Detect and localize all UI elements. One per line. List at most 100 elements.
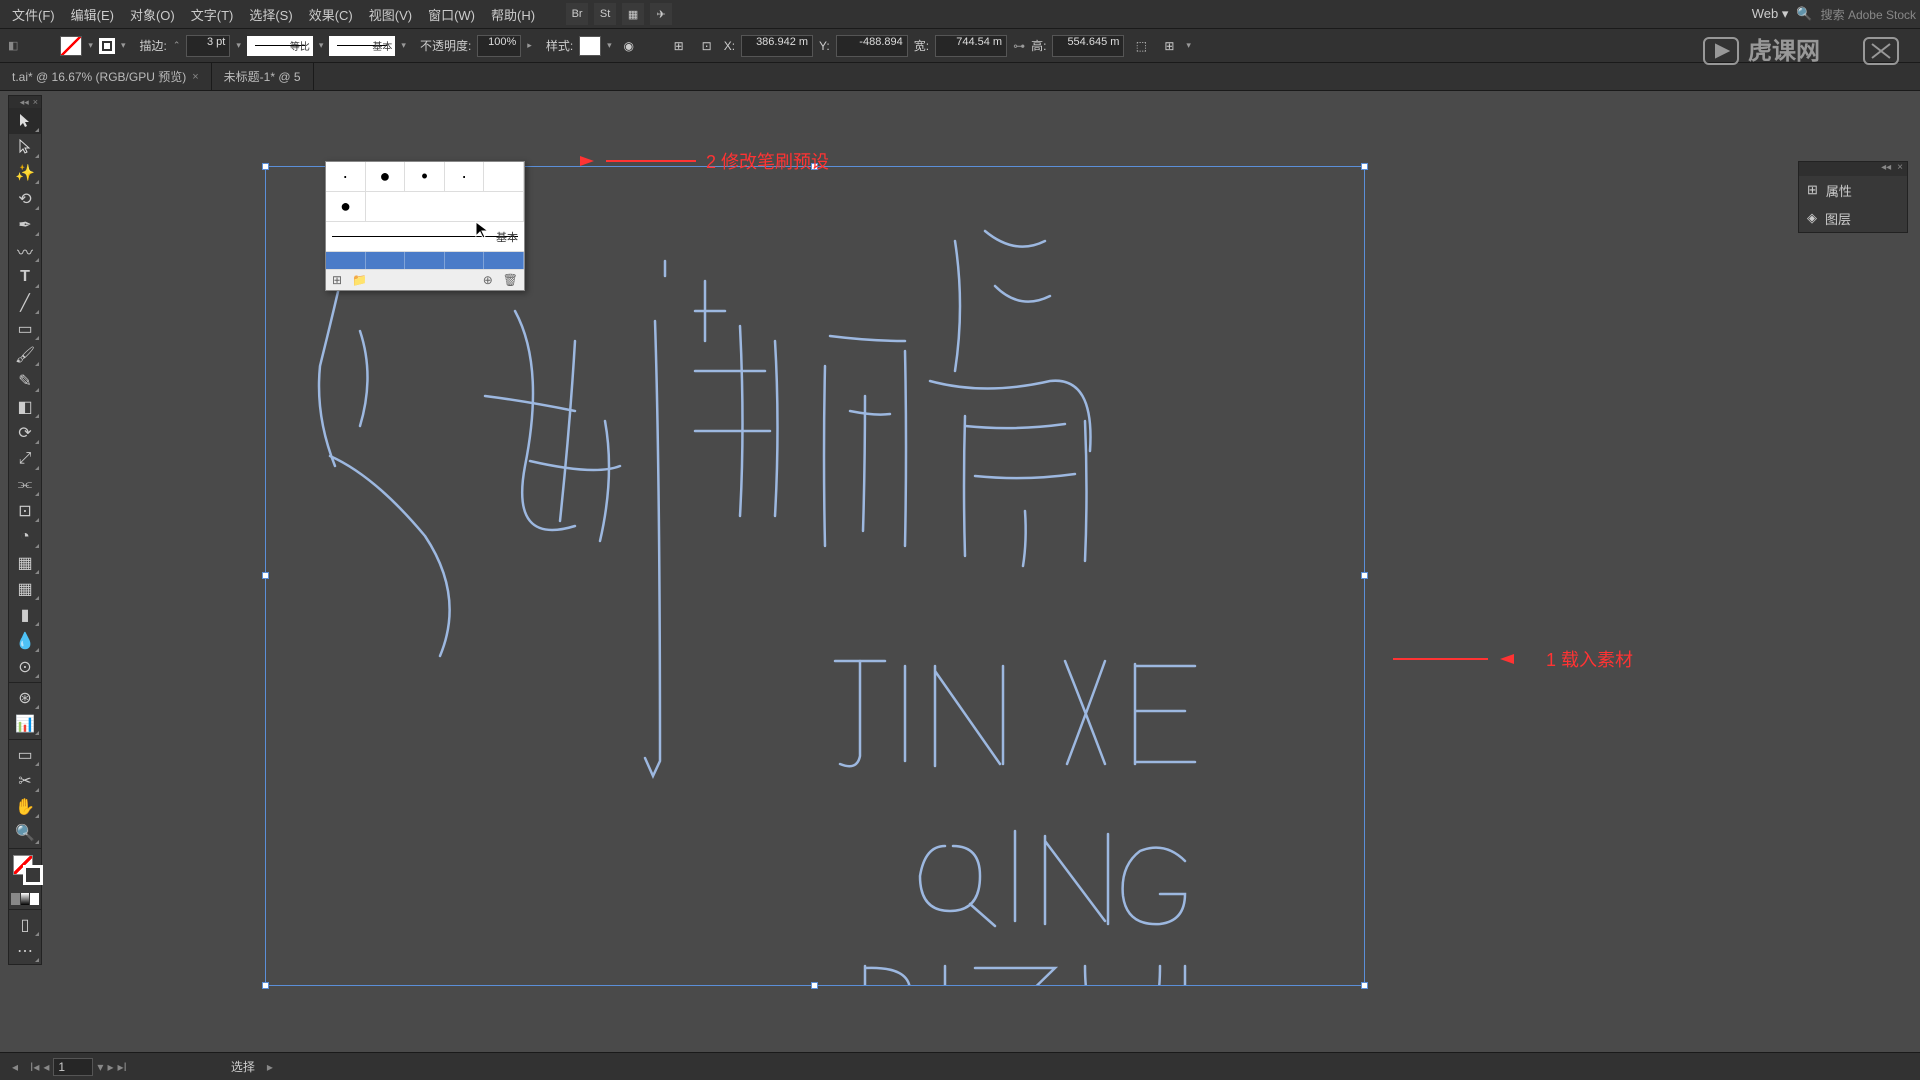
align-icon[interactable]: ⊞ (668, 35, 690, 57)
symbol-sprayer-tool[interactable]: ⊛ (9, 685, 41, 711)
handle-bm[interactable] (811, 982, 818, 989)
brush-preset-6[interactable]: ● (326, 192, 366, 221)
layers-panel-tab[interactable]: ◈图层 (1799, 204, 1907, 232)
brush-preset-panel[interactable]: · ● • · ● 基本 ⊞ 📁 ⊕ 🗑 (325, 161, 525, 291)
menu-help[interactable]: 帮助(H) (483, 1, 543, 28)
menu-view[interactable]: 视图(V) (361, 1, 420, 28)
fill-swatch[interactable] (60, 36, 82, 56)
graph-tool[interactable]: 📊 (9, 711, 41, 737)
gradient-mode[interactable] (21, 893, 30, 905)
rotate-tool[interactable]: ⟳ (9, 420, 41, 446)
none-mode[interactable] (30, 893, 39, 905)
handle-ml[interactable] (262, 572, 269, 579)
brush-basic[interactable]: 基本 (326, 222, 524, 252)
shape-builder-tool[interactable]: ◔ (9, 524, 41, 550)
opacity-label: 不透明度: (420, 37, 471, 54)
annotation-1: 1 载入素材 (1400, 646, 1633, 672)
mesh-tool[interactable]: ▦ (9, 576, 41, 602)
lasso-tool[interactable]: ⟲ (9, 186, 41, 212)
tab-1[interactable]: t.ai* @ 16.67% (RGB/GPU 预览)× (0, 63, 212, 90)
rectangle-tool[interactable]: ▭ (9, 316, 41, 342)
folder-icon[interactable]: 📁 (352, 273, 367, 287)
paintbrush-tool[interactable]: 🖌 (9, 342, 41, 368)
style-swatch[interactable] (579, 36, 601, 56)
shape-opt2-icon[interactable]: ⊞ (1158, 35, 1180, 57)
tab-2[interactable]: 未标题-1* @ 5 (212, 63, 314, 90)
slice-tool[interactable]: ✂ (9, 768, 41, 794)
shaper-tool[interactable]: ✎ (9, 368, 41, 394)
close-icon[interactable]: × (192, 71, 198, 83)
width-tool[interactable]: ⫘ (9, 472, 41, 498)
handle-bl[interactable] (262, 982, 269, 989)
stroke-label: 描边: (139, 37, 166, 54)
pen-tool[interactable]: ✒ (9, 212, 41, 238)
perspective-tool[interactable]: ▦ (9, 550, 41, 576)
w-value[interactable]: 744.54 m (935, 35, 1007, 57)
handle-tr[interactable] (1361, 163, 1368, 170)
stroke-weight[interactable]: 3 pt (186, 35, 230, 57)
h-value[interactable]: 554.645 m (1052, 35, 1124, 57)
free-transform-tool[interactable]: ⊡ (9, 498, 41, 524)
brush-preset-4[interactable]: · (445, 162, 485, 191)
search-icon[interactable]: 🔍 (1796, 6, 1812, 22)
stock-icon[interactable]: St (594, 3, 616, 25)
brush-preset-1[interactable]: · (326, 162, 366, 191)
menu-file[interactable]: 文件(F) (4, 1, 63, 28)
x-value[interactable]: 386.942 m (741, 35, 813, 57)
shape-opt1-icon[interactable]: ⬚ (1130, 35, 1152, 57)
handle-br[interactable] (1361, 982, 1368, 989)
workspace-switcher[interactable]: Web ▾ (1744, 2, 1797, 26)
hand-tool[interactable]: ✋ (9, 794, 41, 820)
menu-window[interactable]: 窗口(W) (420, 1, 483, 28)
line-tool[interactable]: ╱ (9, 290, 41, 316)
artboard-nav[interactable]: I◂◂ 1 ▾▸▸I (30, 1058, 127, 1076)
stroke-color[interactable] (23, 865, 43, 885)
transform-icon[interactable]: ⊡ (696, 35, 718, 57)
gradient-tool[interactable]: ▮ (9, 602, 41, 628)
eraser-tool[interactable]: ◧ (9, 394, 41, 420)
magic-wand-tool[interactable]: ✨ (9, 160, 41, 186)
brush-def-preview[interactable]: 基本 (329, 36, 395, 56)
bridge-icon[interactable]: Br (566, 3, 588, 25)
stroke-swatch[interactable] (99, 38, 115, 54)
properties-panel-tab[interactable]: ⊞属性 (1799, 176, 1907, 204)
library-icon[interactable]: ⊞ (332, 273, 342, 287)
arrange-icon[interactable]: ▦ (622, 3, 644, 25)
menu-type[interactable]: 文字(T) (183, 1, 242, 28)
eyedropper-tool[interactable]: 💧 (9, 628, 41, 654)
handle-mr[interactable] (1361, 572, 1368, 579)
color-mode[interactable] (11, 893, 20, 905)
new-brush-icon[interactable]: ⊕ (483, 273, 493, 287)
type-tool[interactable]: T (9, 264, 41, 290)
screen-mode[interactable]: ▯ (9, 912, 41, 938)
opacity-value[interactable]: 100% (477, 35, 521, 57)
scale-tool[interactable]: ⤢ (9, 446, 41, 472)
zoom-tool[interactable]: 🔍 (9, 820, 41, 846)
handle-tl[interactable] (262, 163, 269, 170)
menu-object[interactable]: 对象(O) (122, 1, 183, 28)
profile-preview[interactable]: 等比 (247, 36, 313, 56)
brush-preset-3[interactable]: • (405, 162, 445, 191)
selection-tool[interactable] (9, 108, 41, 134)
curvature-tool[interactable]: 〰 (9, 238, 41, 264)
stock-search[interactable]: 搜索 Adobe Stock (1821, 6, 1916, 23)
menu-select[interactable]: 选择(S) (241, 1, 300, 28)
status-mode: 选择 (231, 1058, 255, 1075)
brush-preset-5[interactable] (484, 162, 524, 191)
blend-tool[interactable]: ⊙ (9, 654, 41, 680)
artboard-number[interactable]: 1 (53, 1058, 93, 1076)
brush-preset-2[interactable]: ● (366, 162, 406, 191)
artboard-tool[interactable]: ▭ (9, 742, 41, 768)
h-label: 高: (1031, 37, 1046, 54)
menu-effect[interactable]: 效果(C) (301, 1, 361, 28)
menu-edit[interactable]: 编辑(E) (63, 1, 122, 28)
edit-toolbar[interactable]: ⋯ (9, 938, 41, 964)
y-value[interactable]: -488.894 (836, 35, 908, 57)
color-selector[interactable] (9, 851, 41, 891)
delete-brush-icon[interactable]: 🗑 (503, 273, 518, 287)
recolor-icon[interactable]: ◉ (618, 35, 640, 57)
gpu-icon[interactable]: ✈ (650, 3, 672, 25)
brush-selected-row[interactable] (326, 252, 524, 270)
tool-panel: ◂◂× ✨ ⟲ ✒ 〰 T ╱ ▭ 🖌 ✎ ◧ ⟳ ⤢ ⫘ ⊡ ◔ ▦ ▦ ▮ … (8, 95, 42, 965)
direct-selection-tool[interactable] (9, 134, 41, 160)
